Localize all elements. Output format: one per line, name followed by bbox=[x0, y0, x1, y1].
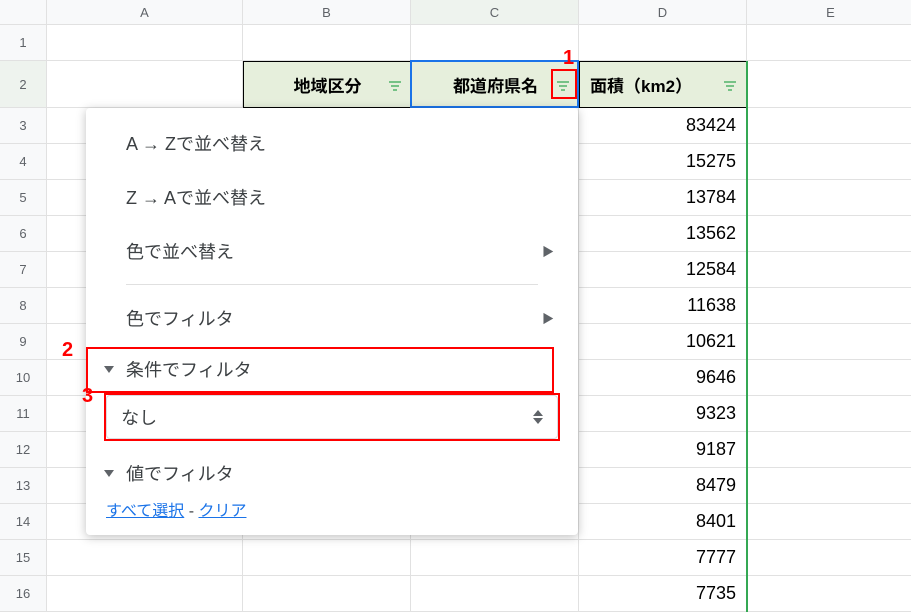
filter-icon-region[interactable] bbox=[385, 76, 405, 96]
cell[interactable] bbox=[747, 540, 911, 576]
row-header-9[interactable]: 9 bbox=[0, 324, 47, 360]
cell-area-value[interactable]: 8401 bbox=[579, 504, 747, 540]
condition-select[interactable]: なし bbox=[106, 395, 558, 439]
cell-area-value[interactable]: 8479 bbox=[579, 468, 747, 504]
cell[interactable] bbox=[747, 468, 911, 504]
filter-icon-area[interactable] bbox=[720, 76, 740, 96]
row-header-16[interactable]: 16 bbox=[0, 576, 47, 612]
col-header-C[interactable]: C bbox=[411, 0, 579, 25]
col-header-E[interactable]: E bbox=[747, 0, 911, 25]
menu-sort-az[interactable]: A → Zで並べ替え bbox=[86, 116, 578, 170]
row-header-7[interactable]: 7 bbox=[0, 252, 47, 288]
cell-area-value[interactable]: 10621 bbox=[579, 324, 747, 360]
menu-sort-color-label: 色で並べ替え bbox=[126, 238, 234, 264]
select-all-link[interactable]: すべて選択 bbox=[106, 503, 184, 520]
header-prefecture-label: 都道府県名 bbox=[453, 72, 538, 97]
cell-area-value[interactable]: 15275 bbox=[579, 144, 747, 180]
cell[interactable] bbox=[747, 504, 911, 540]
cell[interactable] bbox=[411, 540, 579, 576]
row-header-8[interactable]: 8 bbox=[0, 288, 47, 324]
menu-filter-color[interactable]: 色でフィルタ ▶ bbox=[86, 291, 578, 345]
cell-area-value[interactable]: 9323 bbox=[579, 396, 747, 432]
row-header-5[interactable]: 5 bbox=[0, 180, 47, 216]
row-header-1[interactable]: 1 bbox=[0, 25, 47, 61]
caret-down-icon bbox=[104, 470, 114, 477]
cell[interactable] bbox=[747, 324, 911, 360]
cell-area-value[interactable]: 83424 bbox=[579, 108, 747, 144]
menu-sort-color[interactable]: 色で並べ替え ▶ bbox=[86, 224, 578, 278]
cell[interactable] bbox=[747, 61, 911, 108]
cell[interactable] bbox=[47, 576, 243, 612]
cell-area-value[interactable]: 13562 bbox=[579, 216, 747, 252]
cell[interactable] bbox=[747, 252, 911, 288]
row-header-3[interactable]: 3 bbox=[0, 108, 47, 144]
filter-menu: A → Zで並べ替え Z → Aで並べ替え 色で並べ替え ▶ 色でフィルタ ▶ 条件… bbox=[86, 108, 578, 535]
cell[interactable] bbox=[243, 576, 411, 612]
caret-down-icon bbox=[104, 366, 114, 373]
cell[interactable] bbox=[243, 25, 411, 61]
row-header-6[interactable]: 6 bbox=[0, 216, 47, 252]
cell[interactable] bbox=[747, 180, 911, 216]
row-header-13[interactable]: 13 bbox=[0, 468, 47, 504]
clear-link[interactable]: クリア bbox=[198, 503, 246, 520]
header-region-label: 地域区分 bbox=[294, 72, 362, 97]
cell[interactable] bbox=[747, 432, 911, 468]
cell-area-value[interactable]: 7777 bbox=[579, 540, 747, 576]
cell[interactable] bbox=[747, 144, 911, 180]
stepper-icon bbox=[533, 410, 543, 424]
cell[interactable] bbox=[747, 396, 911, 432]
cell-area-value[interactable]: 7735 bbox=[579, 576, 747, 612]
cell[interactable] bbox=[47, 540, 243, 576]
menu-sort-za[interactable]: Z → Aで並べ替え bbox=[86, 170, 578, 224]
cell[interactable] bbox=[747, 216, 911, 252]
menu-filter-color-label: 色でフィルタ bbox=[126, 305, 234, 331]
cell-area-value[interactable]: 11638 bbox=[579, 288, 747, 324]
cell-area-value[interactable]: 9187 bbox=[579, 432, 747, 468]
condition-select-value: なし bbox=[121, 404, 157, 430]
cell[interactable] bbox=[747, 25, 911, 61]
menu-filter-condition[interactable]: 条件でフィルタ bbox=[86, 345, 578, 393]
menu-sort-za-label: Z → Aで並べ替え bbox=[126, 184, 266, 210]
cell[interactable] bbox=[747, 360, 911, 396]
header-area-label: 面積（km2） bbox=[590, 72, 692, 97]
cell-area-value[interactable]: 13784 bbox=[579, 180, 747, 216]
cell[interactable] bbox=[747, 576, 911, 612]
chevron-right-icon: ▶ bbox=[542, 243, 554, 260]
cell[interactable] bbox=[579, 25, 747, 61]
row-header-12[interactable]: 12 bbox=[0, 432, 47, 468]
row-header-4[interactable]: 4 bbox=[0, 144, 47, 180]
menu-filter-value[interactable]: 値でフィルタ bbox=[86, 449, 578, 497]
cell[interactable] bbox=[411, 25, 579, 61]
header-prefecture[interactable]: 都道府県名 bbox=[411, 61, 579, 108]
row-header-14[interactable]: 14 bbox=[0, 504, 47, 540]
cell[interactable] bbox=[747, 108, 911, 144]
chevron-right-icon: ▶ bbox=[542, 310, 554, 327]
header-region[interactable]: 地域区分 bbox=[243, 61, 411, 108]
col-header-B[interactable]: B bbox=[243, 0, 411, 25]
col-header-A[interactable]: A bbox=[47, 0, 243, 25]
cell[interactable] bbox=[747, 288, 911, 324]
cell[interactable] bbox=[411, 576, 579, 612]
row-header-2[interactable]: 2 bbox=[0, 61, 47, 108]
row-header-15[interactable]: 15 bbox=[0, 540, 47, 576]
cell-area-value[interactable]: 9646 bbox=[579, 360, 747, 396]
header-area[interactable]: 面積（km2） bbox=[579, 61, 747, 108]
menu-filter-condition-label: 条件でフィルタ bbox=[126, 356, 252, 382]
row-header-10[interactable]: 10 bbox=[0, 360, 47, 396]
menu-separator bbox=[126, 284, 538, 285]
menu-sort-az-label: A → Zで並べ替え bbox=[126, 130, 266, 156]
cell[interactable] bbox=[47, 25, 243, 61]
filter-value-links: すべて選択 - クリア bbox=[86, 497, 578, 521]
corner bbox=[0, 0, 47, 25]
cell[interactable] bbox=[47, 61, 243, 108]
col-header-D[interactable]: D bbox=[579, 0, 747, 25]
cell[interactable] bbox=[243, 540, 411, 576]
cell-area-value[interactable]: 12584 bbox=[579, 252, 747, 288]
row-header-11[interactable]: 11 bbox=[0, 396, 47, 432]
filter-range-edge bbox=[746, 61, 748, 612]
filter-icon-prefecture[interactable] bbox=[553, 76, 573, 96]
menu-filter-value-label: 値でフィルタ bbox=[126, 460, 234, 486]
